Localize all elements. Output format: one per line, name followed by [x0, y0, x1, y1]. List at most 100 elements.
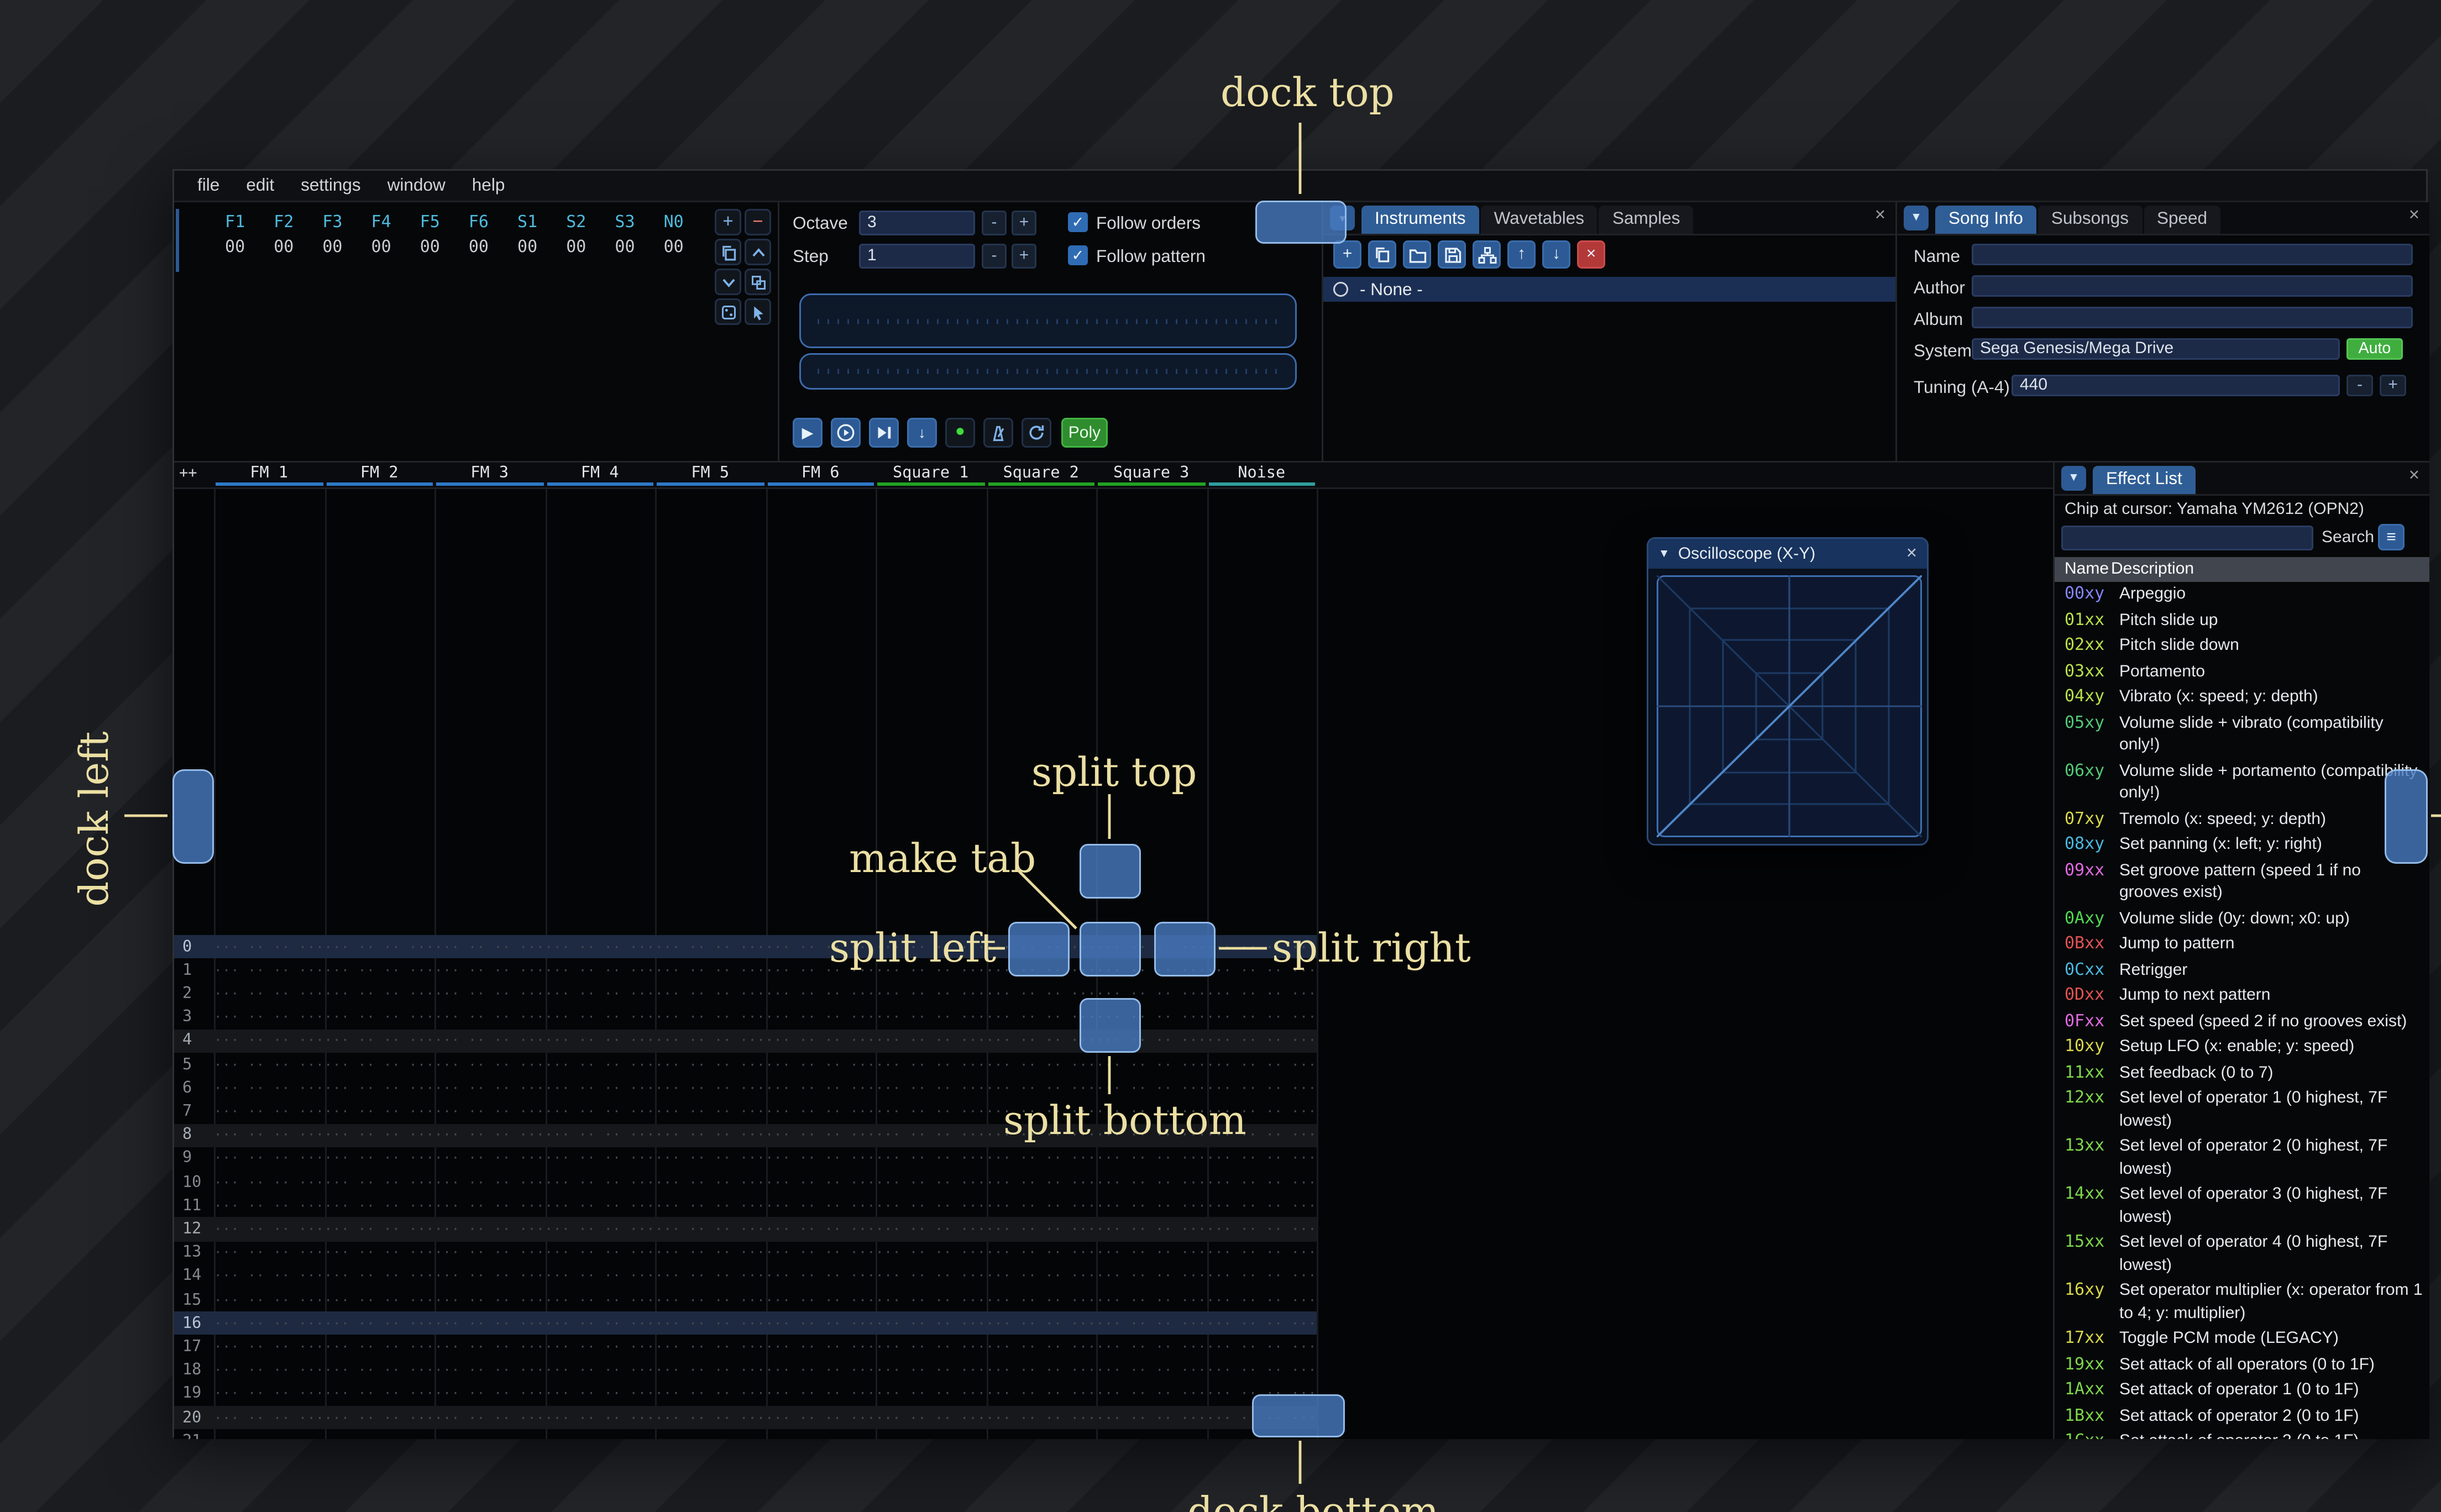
pattern-cell[interactable]: ··· ·· ·· ···: [214, 1104, 324, 1119]
pattern-cell[interactable]: ··· ·· ·· ···: [986, 1269, 1097, 1284]
pattern-cell[interactable]: ··· ·· ·· ···: [655, 1198, 766, 1213]
pattern-cell[interactable]: ··· ·· ·· ···: [214, 1340, 324, 1355]
effect-row-0Bxx[interactable]: 0Bxx Jump to pattern: [2055, 932, 2429, 958]
effect-row-14xx[interactable]: 14xx Set level of operator 3 (0 highest, …: [2055, 1182, 2429, 1230]
pattern-cell[interactable]: ··· ·· ·· ···: [214, 1010, 324, 1025]
pattern-cell[interactable]: ··· ·· ·· ···: [986, 1222, 1097, 1237]
pattern-cell[interactable]: ··· ·· ·· ···: [1096, 1269, 1207, 1284]
make-tab-target[interactable]: [1080, 922, 1141, 977]
pattern-cell[interactable]: ··· ·· ·· ···: [1207, 1340, 1317, 1355]
channel-header-square-3[interactable]: Square 3: [1096, 463, 1207, 487]
step-row-button[interactable]: ↓: [907, 418, 937, 448]
instrument-move-down-button[interactable]: ↓: [1542, 240, 1570, 269]
pattern-cell[interactable]: ··· ·· ·· ···: [214, 986, 324, 1001]
oscilloscope-xy-close-button[interactable]: ×: [1906, 544, 1917, 563]
play-one-row-button[interactable]: [869, 418, 899, 448]
pattern-cell[interactable]: ··· ·· ·· ···: [766, 1128, 876, 1143]
pattern-cell[interactable]: ··· ·· ·· ···: [324, 1222, 435, 1237]
pattern-cell[interactable]: ··· ·· ·· ···: [655, 1410, 766, 1425]
pattern-cell[interactable]: ··· ·· ·· ···: [434, 1269, 545, 1284]
effect-row-09xx[interactable]: 09xx Set groove pattern (speed 1 if no gr…: [2055, 858, 2429, 906]
pattern-cell[interactable]: ··· ·· ·· ···: [324, 939, 435, 954]
pattern-cell[interactable]: ··· ·· ·· ···: [876, 1434, 986, 1439]
pattern-cell[interactable]: ··· ·· ·· ···: [545, 1198, 656, 1213]
pattern-cell[interactable]: ··· ·· ·· ···: [545, 1246, 656, 1261]
pattern-row-3[interactable]: 3 ··· ·· ·· ··· ··· ·· ·· ··· ··· ·· ·· ···…: [174, 1006, 1317, 1030]
tab-speed[interactable]: Speed: [2143, 206, 2221, 234]
pattern-cell[interactable]: ··· ·· ·· ···: [324, 1410, 435, 1425]
tuning-increase-button[interactable]: +: [2380, 375, 2406, 396]
pattern-cell[interactable]: ··· ·· ·· ···: [655, 1080, 766, 1095]
channel-header-fm-6[interactable]: FM 6: [766, 463, 876, 487]
pattern-cell[interactable]: ··· ·· ·· ···: [434, 1198, 545, 1213]
pattern-cell[interactable]: ··· ·· ·· ···: [434, 1363, 545, 1378]
name-field[interactable]: [1972, 244, 2413, 265]
effect-row-1Bxx[interactable]: 1Bxx Set attack of operator 2 (0 to 1F): [2055, 1404, 2429, 1430]
pattern-cell[interactable]: ··· ·· ·· ···: [1096, 1340, 1207, 1355]
order-cell[interactable]: 00: [649, 235, 698, 260]
pattern-row-13[interactable]: 13 ··· ·· ·· ··· ··· ·· ·· ··· ··· ·· ·· ··…: [174, 1241, 1317, 1265]
pattern-cell[interactable]: ··· ·· ·· ···: [214, 1363, 324, 1378]
pattern-cell[interactable]: ··· ·· ·· ···: [1096, 1151, 1207, 1166]
pattern-cell[interactable]: ··· ·· ·· ···: [214, 1434, 324, 1439]
pattern-cell[interactable]: ··· ·· ·· ···: [545, 1080, 656, 1095]
pattern-cell[interactable]: ··· ·· ·· ···: [545, 1104, 656, 1119]
pattern-cell[interactable]: ··· ·· ·· ···: [766, 1410, 876, 1425]
pattern-cell[interactable]: ··· ·· ·· ···: [876, 1246, 986, 1261]
pattern-cell[interactable]: ··· ·· ·· ···: [214, 963, 324, 978]
pattern-cell[interactable]: ··· ·· ·· ···: [214, 1269, 324, 1284]
pattern-cell[interactable]: ··· ·· ·· ···: [545, 939, 656, 954]
pattern-cell[interactable]: ··· ·· ·· ···: [324, 986, 435, 1001]
pattern-cell[interactable]: ··· ·· ·· ···: [655, 1340, 766, 1355]
pattern-cell[interactable]: ··· ·· ·· ···: [1096, 1293, 1207, 1308]
pattern-cell[interactable]: ··· ·· ·· ···: [655, 1246, 766, 1261]
pattern-cell[interactable]: ··· ·· ·· ···: [214, 1387, 324, 1401]
pattern-cell[interactable]: ··· ·· ·· ···: [1207, 1246, 1317, 1261]
pattern-cell[interactable]: ··· ·· ·· ···: [766, 1010, 876, 1025]
pattern-cell[interactable]: ··· ·· ·· ···: [766, 1246, 876, 1261]
pattern-cell[interactable]: ··· ·· ·· ···: [324, 963, 435, 978]
pattern-cell[interactable]: ··· ·· ·· ···: [766, 1198, 876, 1213]
pattern-row-18[interactable]: 18 ··· ·· ·· ··· ··· ·· ·· ··· ··· ·· ·· ··…: [174, 1359, 1317, 1383]
order-cell[interactable]: 00: [308, 235, 357, 260]
order-edit-mode-button[interactable]: [745, 298, 771, 325]
octave-input[interactable]: [859, 211, 975, 235]
pattern-cell[interactable]: ··· ·· ·· ···: [986, 1316, 1097, 1331]
pattern-cell[interactable]: ··· ·· ·· ···: [876, 1363, 986, 1378]
effect-row-03xx[interactable]: 03xx Portamento: [2055, 659, 2429, 685]
effect-row-10xy[interactable]: 10xy Setup LFO (x: enable; y: speed): [2055, 1035, 2429, 1060]
tab-wavetables[interactable]: Wavetables: [1480, 206, 1597, 234]
pattern-cell[interactable]: ··· ·· ·· ···: [1207, 1222, 1317, 1237]
pattern-cell[interactable]: ··· ·· ·· ···: [1096, 1198, 1207, 1213]
pattern-cell[interactable]: ··· ·· ·· ···: [876, 986, 986, 1001]
pattern-cell[interactable]: ··· ·· ·· ···: [434, 1410, 545, 1425]
pattern-cell[interactable]: ··· ·· ·· ···: [876, 1198, 986, 1213]
pattern-cell[interactable]: ··· ·· ·· ···: [655, 1057, 766, 1072]
pattern-cell[interactable]: ··· ·· ·· ···: [434, 1033, 545, 1048]
pattern-cell[interactable]: ··· ·· ·· ···: [766, 1363, 876, 1378]
pattern-cell[interactable]: ··· ·· ·· ···: [986, 1434, 1097, 1439]
pattern-cell[interactable]: ··· ·· ·· ···: [876, 1128, 986, 1143]
effect-row-1Axx[interactable]: 1Axx Set attack of operator 1 (0 to 1F): [2055, 1378, 2429, 1404]
poly-toggle-button[interactable]: Poly: [1061, 418, 1108, 448]
pattern-cell[interactable]: ··· ·· ·· ···: [434, 1293, 545, 1308]
pattern-cell[interactable]: ··· ·· ·· ···: [986, 1293, 1097, 1308]
pattern-cell[interactable]: ··· ·· ·· ···: [324, 1340, 435, 1355]
pattern-cell[interactable]: ··· ·· ·· ···: [434, 1387, 545, 1401]
effect-row-17xx[interactable]: 17xx Toggle PCM mode (LEGACY): [2055, 1326, 2429, 1352]
pattern-cell[interactable]: ··· ·· ·· ···: [655, 1175, 766, 1190]
pattern-row-15[interactable]: 15 ··· ·· ·· ··· ··· ·· ·· ··· ··· ·· ·· ··…: [174, 1288, 1317, 1312]
pattern-cell[interactable]: ··· ·· ·· ···: [214, 1033, 324, 1048]
pattern-cell[interactable]: ··· ·· ·· ···: [986, 1080, 1097, 1095]
step-increase-button[interactable]: +: [1012, 244, 1036, 269]
play-from-cursor-button[interactable]: [831, 418, 861, 448]
pattern-row-0[interactable]: 0 ··· ·· ·· ··· ··· ·· ·· ··· ··· ·· ·· ···…: [174, 935, 1317, 959]
pattern-cell[interactable]: ··· ·· ·· ···: [876, 1010, 986, 1025]
instrument-save-button[interactable]: [1438, 240, 1466, 269]
effect-row-01xx[interactable]: 01xx Pitch slide up: [2055, 608, 2429, 634]
pattern-cell[interactable]: ··· ·· ·· ···: [1096, 1057, 1207, 1072]
pattern-cell[interactable]: ··· ·· ·· ···: [324, 1104, 435, 1119]
pattern-cell[interactable]: ··· ·· ·· ···: [214, 1128, 324, 1143]
pattern-cell[interactable]: ··· ·· ·· ···: [1096, 1080, 1207, 1095]
dock-target-left[interactable]: [172, 769, 214, 864]
